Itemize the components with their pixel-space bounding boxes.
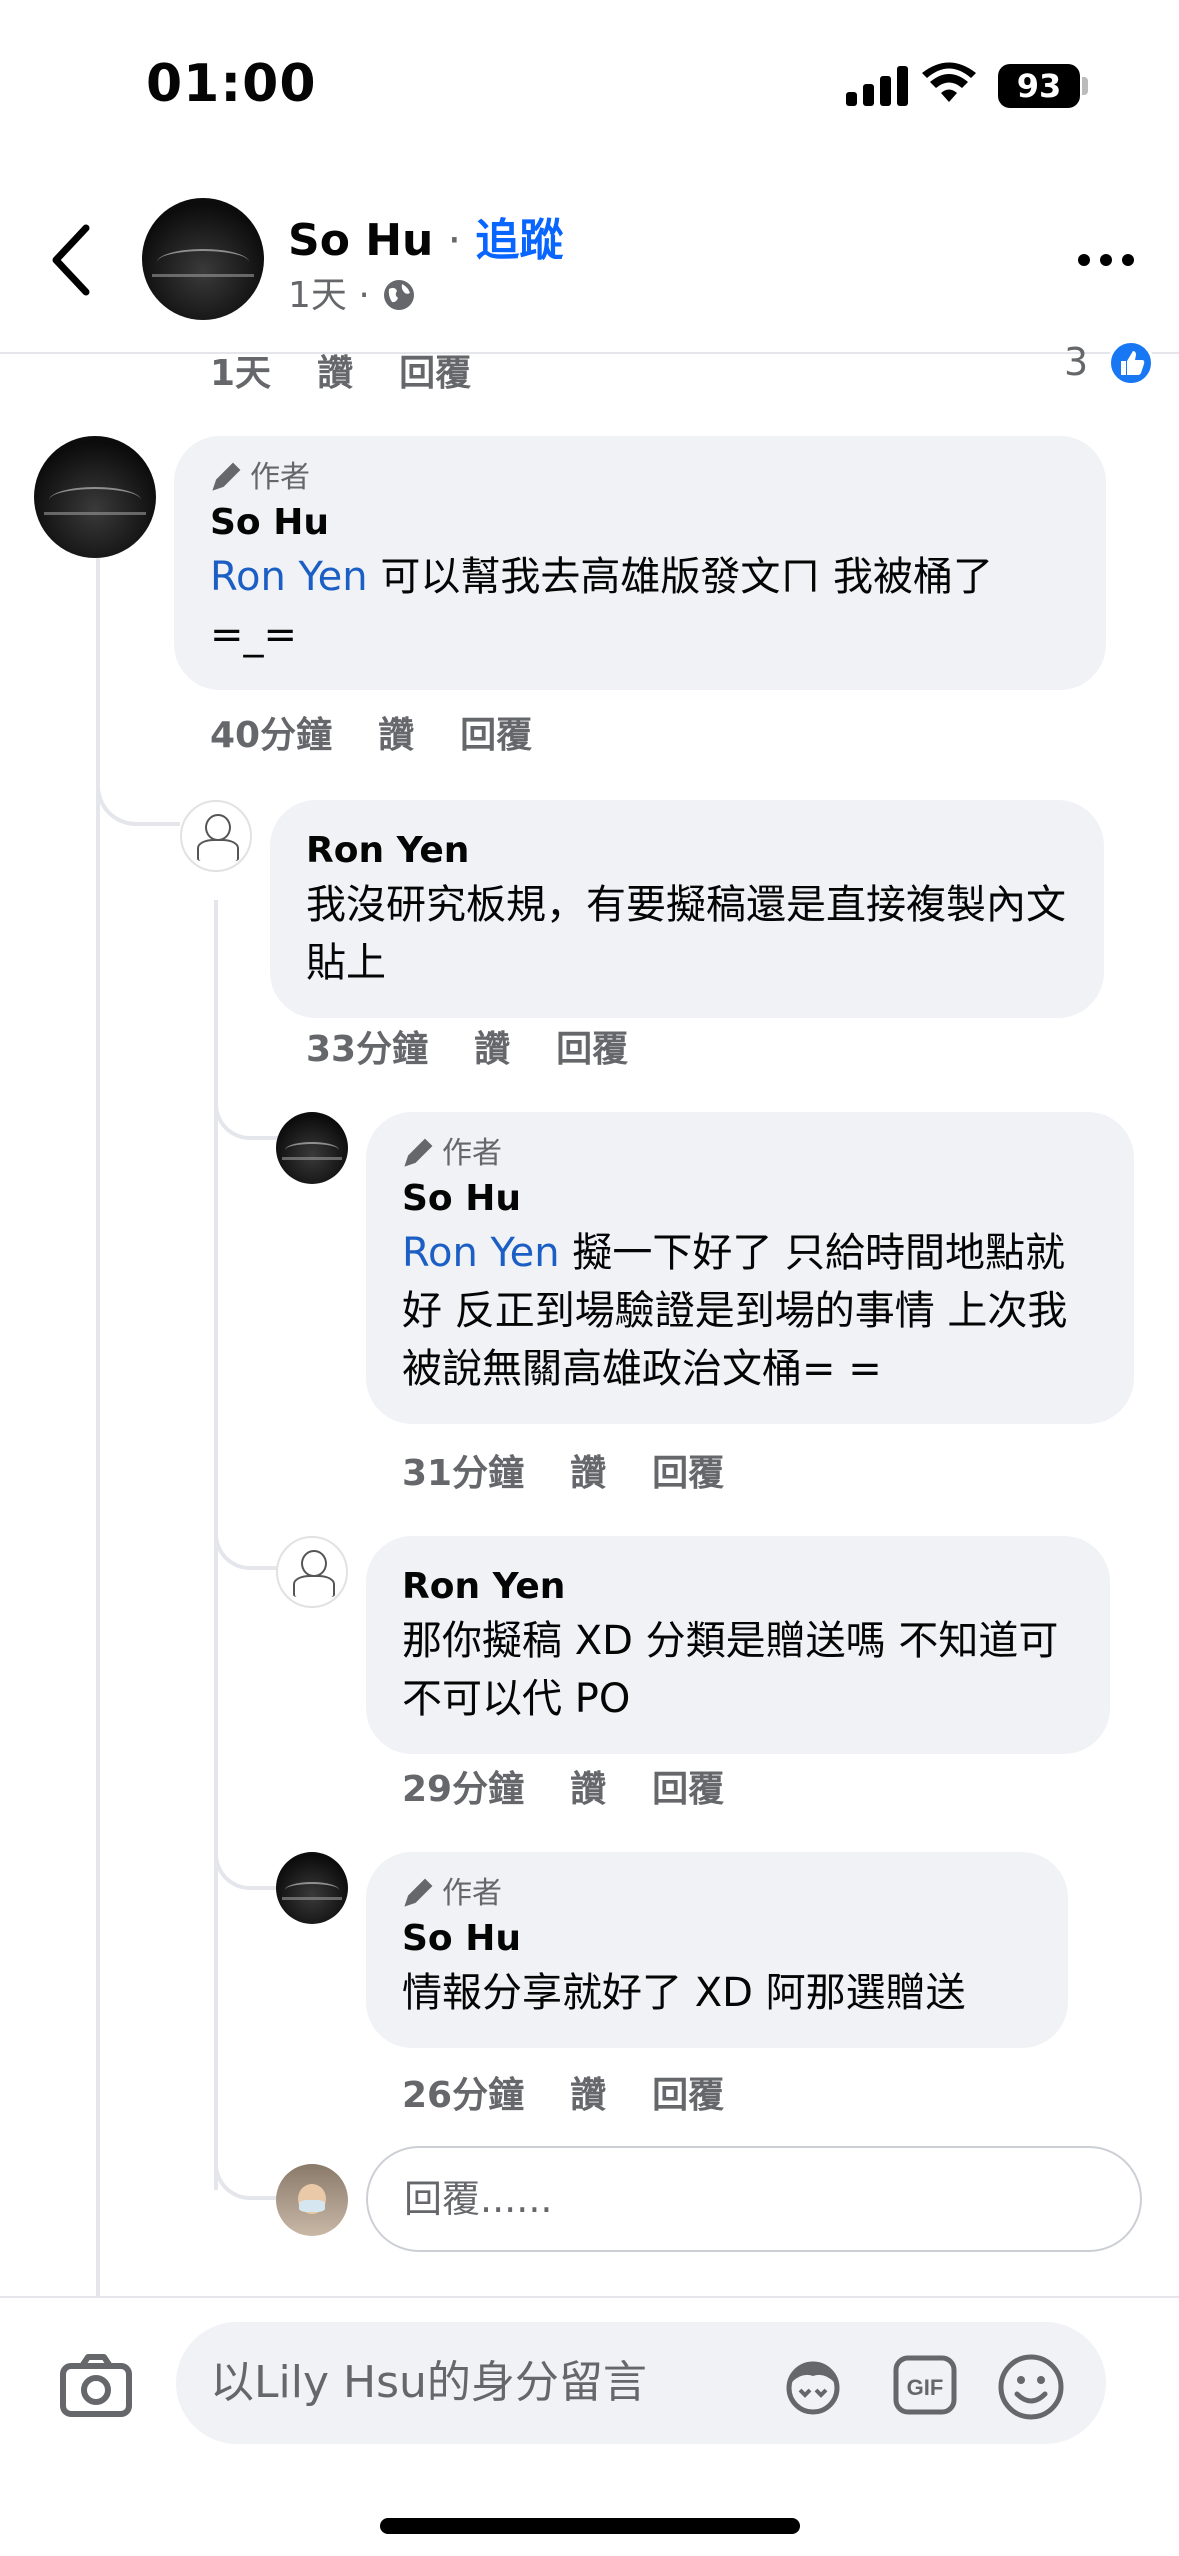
author-badge: 作者 <box>210 458 1070 498</box>
current-user-avatar <box>276 2164 348 2236</box>
comment-time: 40分鐘 <box>210 715 333 756</box>
camera-icon[interactable] <box>58 2348 134 2424</box>
comment-composer: 以Lily Hsu的身分留言 GIF <box>0 2296 1179 2556</box>
comment-time: 31分鐘 <box>402 1453 525 1494</box>
author-badge: 作者 <box>402 1134 1098 1174</box>
comment-author-name[interactable]: So Hu <box>210 498 1070 548</box>
comment-text: 我沒研究板規，有要擬稿還是直接複製內文貼上 <box>306 882 1066 986</box>
reply-button[interactable]: 回覆 <box>460 715 532 756</box>
like-button[interactable]: 讚 <box>474 1029 510 1070</box>
home-indicator[interactable] <box>380 2518 800 2534</box>
previous-comment-time: 1天 <box>210 353 272 394</box>
back-icon[interactable] <box>46 220 96 300</box>
like-button[interactable]: 讚 <box>570 2075 606 2116</box>
comment-avatar[interactable] <box>276 1852 348 1924</box>
post-time: 1天 <box>288 275 347 316</box>
comment-text: 情報分享就好了 XD 阿那選贈送 <box>402 1970 966 2016</box>
comment-bubble[interactable]: Ron Yen 我沒研究板規，有要擬稿還是直接複製內文貼上 <box>270 800 1104 1018</box>
like-button[interactable]: 讚 <box>378 715 414 756</box>
pen-icon <box>404 1138 433 1167</box>
comment-text: Ron Yen 擬一下好了 只給時間地點就好 反正到場驗證是到場的事情 上次我被… <box>402 1224 1098 1398</box>
comment-bubble[interactable]: 作者 So Hu Ron Yen 擬一下好了 只給時間地點就好 反正到場驗證是到… <box>366 1112 1134 1424</box>
comment-time: 33分鐘 <box>306 1029 429 1070</box>
more-icon[interactable] <box>1076 250 1136 270</box>
header-separator: · <box>433 215 476 266</box>
reaction-count[interactable]: 3 <box>1064 340 1088 384</box>
author-badge: 作者 <box>402 1874 1032 1914</box>
comment-meta: 31分鐘 讚 回覆 <box>402 1444 770 1496</box>
comment-author-name[interactable]: Ron Yen <box>306 826 1068 876</box>
mention-link[interactable]: Ron Yen <box>402 1230 560 1276</box>
pen-icon <box>404 1878 433 1907</box>
reply-button[interactable]: 回覆 <box>652 1453 724 1494</box>
comment-text: 那你擬稿 XD 分類是贈送嗎 不知道可不可以代 PO <box>402 1618 1059 1722</box>
comment-time: 26分鐘 <box>402 2075 525 2116</box>
like-button[interactable]: 讚 <box>570 1453 606 1494</box>
thread-line-branch <box>96 760 180 826</box>
comment-avatar[interactable] <box>180 800 252 872</box>
wifi-icon <box>922 62 976 102</box>
globe-icon <box>384 280 415 310</box>
thread-line-nested-branch-4 <box>214 2130 284 2200</box>
thread-line-nested-branch-2 <box>214 1500 284 1570</box>
like-icon <box>1108 340 1154 386</box>
author-badge-label: 作者 <box>442 1136 502 1171</box>
comment-input[interactable]: 以Lily Hsu的身分留言 GIF <box>176 2322 1106 2444</box>
thread-line-main <box>96 556 100 2296</box>
emoji-icon[interactable] <box>996 2352 1066 2422</box>
reply-button[interactable]: 回覆 <box>556 1029 628 1070</box>
mention-link[interactable]: Ron Yen <box>210 554 368 600</box>
comment-avatar[interactable] <box>34 436 156 558</box>
battery-tip <box>1082 77 1088 95</box>
comment-author-name[interactable]: Ron Yen <box>402 1562 1074 1612</box>
thread-line-nested-branch-3 <box>214 1820 284 1890</box>
post-meta: 1天 · <box>288 266 417 318</box>
previous-reply-button[interactable]: 回覆 <box>399 353 471 394</box>
comment-bubble[interactable]: Ron Yen 那你擬稿 XD 分類是贈送嗎 不知道可不可以代 PO <box>366 1536 1110 1754</box>
author-name[interactable]: So Hu <box>288 215 433 266</box>
comment-bubble[interactable]: 作者 So Hu 情報分享就好了 XD 阿那選贈送 <box>366 1852 1068 2048</box>
pen-icon <box>212 462 241 491</box>
comment-author-name[interactable]: So Hu <box>402 1174 1098 1224</box>
status-time: 01:00 <box>146 54 317 114</box>
author-header-line: So Hu · 追蹤 <box>288 204 563 268</box>
author-avatar[interactable] <box>142 198 264 320</box>
post-header: So Hu · 追蹤 1天 · <box>0 170 1179 354</box>
previous-comment-meta: 1天 讚 回覆 <box>210 344 517 396</box>
comment-text: Ron Yen 可以幫我去高雄版發文ㄇ 我被桶了 =_= <box>210 548 1070 664</box>
comment-avatar[interactable] <box>276 1536 348 1608</box>
cellular-signal-icon <box>846 66 908 106</box>
follow-button[interactable]: 追蹤 <box>475 215 563 266</box>
previous-like-button[interactable]: 讚 <box>317 353 353 394</box>
reply-button[interactable]: 回覆 <box>652 1769 724 1810</box>
comment-meta: 26分鐘 讚 回覆 <box>402 2066 770 2118</box>
meta-dot: · <box>346 275 382 316</box>
comment-author-name[interactable]: So Hu <box>402 1914 1032 1964</box>
comment-meta: 40分鐘 讚 回覆 <box>210 706 578 758</box>
reply-button[interactable]: 回覆 <box>652 2075 724 2116</box>
comment-bubble[interactable]: 作者 So Hu Ron Yen 可以幫我去高雄版發文ㄇ 我被桶了 =_= <box>174 436 1106 690</box>
thread-line-nested-branch-1 <box>214 1070 284 1140</box>
comment-avatar[interactable] <box>276 1112 348 1184</box>
gif-label: GIF <box>907 2375 944 2400</box>
like-button[interactable]: 讚 <box>570 1769 606 1810</box>
avatar-sticker-icon[interactable] <box>780 2352 846 2418</box>
comment-meta: 33分鐘 讚 回覆 <box>306 1020 674 1072</box>
status-bar: 01:00 93 <box>0 0 1179 170</box>
comment-time: 29分鐘 <box>402 1769 525 1810</box>
reply-input[interactable]: 回覆...... <box>366 2146 1142 2252</box>
comment-input-placeholder: 以Lily Hsu的身分留言 <box>210 2357 647 2408</box>
gif-icon[interactable]: GIF <box>892 2352 958 2418</box>
comment-meta: 29分鐘 讚 回覆 <box>402 1760 770 1812</box>
author-badge-label: 作者 <box>442 1876 502 1911</box>
author-badge-label: 作者 <box>250 460 310 495</box>
battery-indicator: 93 <box>998 64 1080 108</box>
